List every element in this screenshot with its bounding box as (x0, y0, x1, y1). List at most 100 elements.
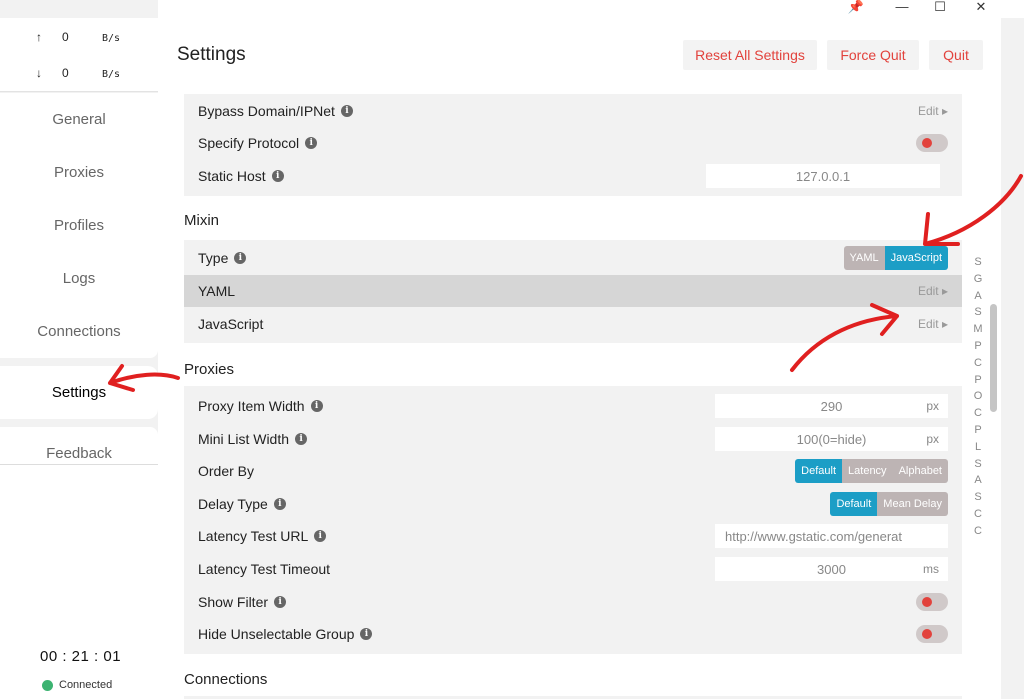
show-filter-toggle[interactable] (916, 593, 948, 611)
order-by-label: Order By (198, 463, 255, 479)
traffic-panel: ↑ 0 B/s ↓ 0 B/s (0, 18, 158, 92)
index-letter[interactable]: A (972, 474, 984, 491)
mini-list-width-input[interactable]: 100(0=hide) px (715, 427, 948, 451)
index-letter[interactable]: S (972, 256, 984, 273)
latency-test-timeout-label: Latency Test Timeout (198, 561, 331, 577)
latency-test-url-label: Latency Test URL (198, 528, 309, 544)
hide-unselectable-group-label: Hide Unselectable Group (198, 626, 355, 642)
index-letter[interactable]: C (972, 525, 984, 542)
latency-test-timeout-input[interactable]: 3000 ms (715, 557, 948, 581)
quit-button[interactable]: Quit (929, 40, 983, 70)
static-host-row: Static Host i 127.0.0.1 (184, 160, 962, 192)
sidebar: ↑ 0 B/s ↓ 0 B/s General Proxies Profiles Log… (0, 0, 158, 699)
delay-type-option-default[interactable]: Default (830, 492, 878, 516)
index-letter[interactable]: G (972, 273, 984, 290)
sidebar-item-general[interactable]: General (0, 93, 158, 146)
static-host-value: 127.0.0.1 (795, 168, 851, 184)
uptime-clock: 00 : 21 : 01 (40, 648, 122, 665)
index-letter[interactable]: A (972, 290, 984, 307)
index-letter[interactable]: C (972, 357, 984, 374)
order-by-option-latency[interactable]: Latency (842, 459, 893, 483)
sidebar-item-profiles[interactable]: Profiles (0, 199, 158, 252)
proxies-section-title: Proxies (184, 361, 235, 378)
download-speed: ↓ 0 B/s (36, 66, 120, 80)
index-letter[interactable]: S (972, 458, 984, 475)
order-by-segmented: Default Latency Alphabet (795, 459, 948, 483)
info-icon[interactable]: i (274, 596, 287, 608)
info-icon[interactable]: i (295, 433, 308, 445)
proxies-section: Proxy Item Width i 290 px Mini List Width i… (184, 386, 962, 654)
info-icon[interactable]: i (340, 105, 353, 117)
main-scrollbar[interactable] (990, 304, 997, 412)
index-letter[interactable]: C (972, 508, 984, 525)
mixin-javascript-edit-button[interactable]: Edit ▸ (918, 317, 948, 331)
reset-all-settings-button[interactable]: Reset All Settings (683, 40, 817, 70)
pin-icon[interactable]: 📌 (839, 0, 873, 16)
page-title: Settings (177, 44, 246, 65)
bypass-domain-row: Bypass Domain/IPNet i Edit ▸ (184, 95, 962, 127)
close-icon[interactable]: ✕ (964, 0, 998, 16)
index-letter[interactable]: S (972, 491, 984, 508)
latency-test-timeout-value: 3000 (817, 561, 846, 577)
mini-list-width-value: 100(0=hide) (796, 431, 867, 447)
bypass-domain-edit-button[interactable]: Edit ▸ (918, 104, 948, 118)
info-icon[interactable]: i (360, 628, 373, 640)
upload-arrow-icon: ↑ (36, 30, 42, 44)
proxy-item-width-input[interactable]: 290 px (715, 394, 948, 418)
info-icon[interactable]: i (271, 170, 284, 182)
index-letter[interactable]: C (972, 407, 984, 424)
hide-unselectable-group-row: Hide Unselectable Group i (184, 618, 962, 650)
mixin-section-title: Mixin (184, 212, 220, 229)
delay-type-option-mean-delay[interactable]: Mean Delay (877, 492, 948, 516)
index-letter[interactable]: O (972, 390, 984, 407)
index-letter[interactable]: M (972, 323, 984, 340)
delay-type-segmented: Default Mean Delay (830, 492, 948, 516)
specify-protocol-row: Specify Protocol i (184, 127, 962, 159)
sidebar-item-logs[interactable]: Logs (0, 252, 158, 305)
force-quit-button[interactable]: Force Quit (827, 40, 919, 70)
order-by-option-default[interactable]: Default (795, 459, 843, 483)
show-filter-row: Show Filter i (184, 586, 962, 618)
mixin-yaml-edit-button[interactable]: Edit ▸ (918, 284, 948, 298)
nav-gap (0, 358, 158, 366)
latency-test-url-input[interactable]: http://www.gstatic.com/generat (715, 524, 948, 548)
sidebar-item-settings[interactable]: Settings (0, 366, 158, 419)
mixin-type-option-javascript[interactable]: JavaScript (884, 246, 948, 270)
mixin-javascript-row[interactable]: JavaScript Edit ▸ (184, 308, 962, 340)
info-icon[interactable]: i (305, 137, 318, 149)
info-icon[interactable]: i (310, 400, 323, 412)
mixin-type-option-yaml[interactable]: YAML (843, 246, 885, 270)
index-letter[interactable]: P (972, 424, 984, 441)
upload-unit: B/s (102, 33, 121, 44)
specify-protocol-toggle[interactable] (916, 134, 948, 152)
sidebar-item-proxies[interactable]: Proxies (0, 146, 158, 199)
latency-test-timeout-row: Latency Test Timeout 3000 ms (184, 553, 962, 585)
index-letter[interactable]: S (972, 306, 984, 323)
minimize-icon[interactable]: — (885, 0, 919, 16)
hide-unselectable-group-toggle[interactable] (916, 625, 948, 643)
mini-list-width-label: Mini List Width (198, 431, 290, 447)
mini-list-width-unit: px (926, 432, 939, 446)
mixin-yaml-row[interactable]: YAML Edit ▸ (184, 275, 962, 307)
order-by-option-alphabet[interactable]: Alphabet (892, 459, 948, 483)
index-letter[interactable]: L (972, 441, 984, 458)
maximize-icon[interactable]: ☐ (923, 0, 957, 16)
mixin-type-row: Type i YAML JavaScript (184, 242, 962, 274)
download-value: 0 (62, 66, 69, 80)
latency-test-timeout-unit: ms (923, 562, 939, 576)
info-icon[interactable]: i (314, 530, 327, 542)
info-icon[interactable]: i (234, 252, 247, 264)
info-icon[interactable]: i (273, 498, 286, 510)
status-dot-icon (42, 679, 53, 691)
index-letter[interactable]: P (972, 340, 984, 357)
connection-status: Connected (42, 679, 112, 691)
proxy-item-width-label: Proxy Item Width (198, 398, 305, 414)
delay-type-row: Delay Type i Default Mean Delay (184, 488, 962, 520)
sidebar-nav: General Proxies Profiles Logs Connection… (0, 93, 158, 480)
nav-gap (0, 419, 158, 427)
sidebar-item-connections[interactable]: Connections (0, 305, 158, 358)
index-letter[interactable]: P (972, 374, 984, 391)
mini-list-width-row: Mini List Width i 100(0=hide) px (184, 423, 962, 455)
window-titlebar: 📌 — ☐ ✕ (158, 0, 1024, 18)
static-host-input[interactable]: 127.0.0.1 (706, 164, 940, 188)
